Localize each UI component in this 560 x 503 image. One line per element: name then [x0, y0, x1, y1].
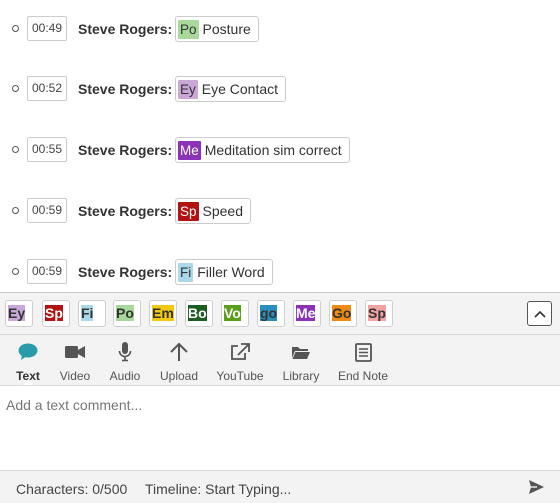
- comment-type-toolbar: Text Video Audio Upload YouTube Library: [0, 334, 560, 387]
- feed-entry: 00:55 Steve Rogers: Me Meditation sim co…: [0, 137, 560, 163]
- tag-chip-label: go: [260, 305, 278, 321]
- tag-code: Fi: [178, 262, 194, 282]
- tag-pill[interactable]: Me Meditation sim correct: [175, 137, 350, 163]
- note-icon: [354, 342, 372, 362]
- tag-label: Filler Word: [197, 264, 265, 280]
- tool-end-note[interactable]: End Note: [337, 335, 389, 386]
- tag-chip[interactable]: Me: [293, 300, 321, 327]
- tag-chip-label: Fi: [81, 305, 94, 321]
- tag-pill[interactable]: Ey Eye Contact: [175, 76, 287, 102]
- comment-box: [0, 385, 560, 470]
- tag-chip[interactable]: Fi: [78, 300, 106, 327]
- tag-chip[interactable]: Sp: [42, 300, 70, 327]
- tag-chip[interactable]: Bo: [185, 300, 213, 327]
- tag-chip-label: Me: [296, 305, 316, 321]
- tool-label: Audio: [109, 369, 141, 383]
- author-name: Steve Rogers:: [78, 264, 173, 280]
- tag-chip[interactable]: Go: [329, 300, 357, 327]
- comment-feed: 00:49 Steve Rogers: Po Posture 00:52 Ste…: [0, 0, 560, 292]
- tag-code: Sp: [178, 201, 199, 221]
- author-name: Steve Rogers:: [78, 81, 173, 97]
- bullet-icon: [12, 268, 19, 275]
- bullet-icon: [12, 85, 19, 92]
- tag-chip-label: Po: [116, 305, 134, 321]
- comment-input[interactable]: [0, 386, 560, 470]
- bullet-icon: [12, 146, 19, 153]
- tool-audio[interactable]: Audio: [109, 335, 141, 386]
- author-name: Steve Rogers:: [78, 203, 173, 219]
- tool-library[interactable]: Library: [281, 335, 321, 386]
- tool-label: YouTube: [216, 369, 264, 383]
- tag-code: Ey: [178, 79, 198, 99]
- tag-chip-label: Ey: [8, 305, 26, 321]
- timestamp-button[interactable]: 00:49: [27, 16, 68, 41]
- tag-chip-label: Em: [152, 305, 174, 321]
- tag-chip[interactable]: Ey: [5, 300, 33, 327]
- timestamp-button[interactable]: 00:59: [27, 259, 68, 284]
- upload-arrow-icon: [170, 342, 188, 362]
- feed-entry: 00:59 Steve Rogers: Fi Filler Word: [0, 259, 560, 285]
- timestamp-button[interactable]: 00:59: [27, 198, 68, 223]
- microphone-icon: [118, 342, 132, 362]
- tag-bar: Ey Sp Fi Po Em Bo Vo go Me Go Sp: [0, 292, 560, 334]
- send-icon: [529, 480, 544, 494]
- tool-text[interactable]: Text: [14, 335, 42, 387]
- comment-footer: Characters: 0/500 Timeline: Start Typing…: [0, 470, 560, 503]
- feed-entry: 00:49 Steve Rogers: Po Posture: [0, 16, 560, 42]
- tool-video[interactable]: Video: [59, 335, 91, 386]
- tag-chip-label: Vo: [224, 305, 241, 321]
- tag-chip-label: Go: [332, 305, 352, 321]
- speech-bubble-icon: [18, 342, 38, 362]
- tag-label: Posture: [202, 21, 251, 37]
- timestamp-button[interactable]: 00:55: [27, 137, 68, 162]
- tag-pill[interactable]: Sp Speed: [175, 198, 251, 224]
- tool-upload[interactable]: Upload: [159, 335, 199, 386]
- tool-label: End Note: [337, 369, 389, 383]
- timestamp-button[interactable]: 00:52: [27, 76, 68, 101]
- tag-chip[interactable]: Po: [113, 300, 141, 327]
- video-camera-icon: [65, 342, 85, 362]
- tag-chip-label: Sp: [45, 305, 63, 321]
- feed-entry: 00:59 Steve Rogers: Sp Speed: [0, 198, 560, 224]
- collapse-tags-button[interactable]: [527, 301, 552, 326]
- character-count: Characters: 0/500: [16, 481, 128, 497]
- tool-label: Upload: [159, 369, 199, 383]
- tag-code: Po: [178, 19, 199, 39]
- feed-entry: 00:52 Steve Rogers: Ey Eye Contact: [0, 76, 560, 102]
- tag-chip[interactable]: Sp: [365, 300, 393, 327]
- tag-chip-label: Bo: [188, 305, 207, 321]
- tag-chip[interactable]: Vo: [221, 300, 249, 327]
- timeline-status: Timeline: Start Typing...: [145, 481, 292, 497]
- tag-chip[interactable]: Em: [149, 300, 177, 327]
- author-name: Steve Rogers:: [78, 142, 173, 158]
- tag-label: Meditation sim correct: [204, 142, 342, 158]
- tool-label: Video: [59, 369, 91, 383]
- author-name: Steve Rogers:: [78, 21, 173, 37]
- tag-pill[interactable]: Fi Filler Word: [175, 259, 273, 285]
- chevron-up-icon: [533, 310, 546, 318]
- send-button[interactable]: [529, 480, 544, 497]
- tag-code: Me: [178, 140, 201, 160]
- tag-chip[interactable]: go: [257, 300, 285, 327]
- tag-label: Speed: [202, 203, 243, 219]
- tag-label: Eye Contact: [201, 81, 279, 97]
- bullet-icon: [12, 25, 19, 32]
- tag-pill[interactable]: Po Posture: [175, 16, 259, 42]
- folder-icon: [292, 342, 310, 362]
- bullet-icon: [12, 207, 19, 214]
- external-link-icon: [230, 342, 250, 362]
- tool-label: Library: [282, 369, 320, 383]
- tag-chip-label: Sp: [368, 305, 386, 321]
- tool-youtube[interactable]: YouTube: [215, 335, 265, 386]
